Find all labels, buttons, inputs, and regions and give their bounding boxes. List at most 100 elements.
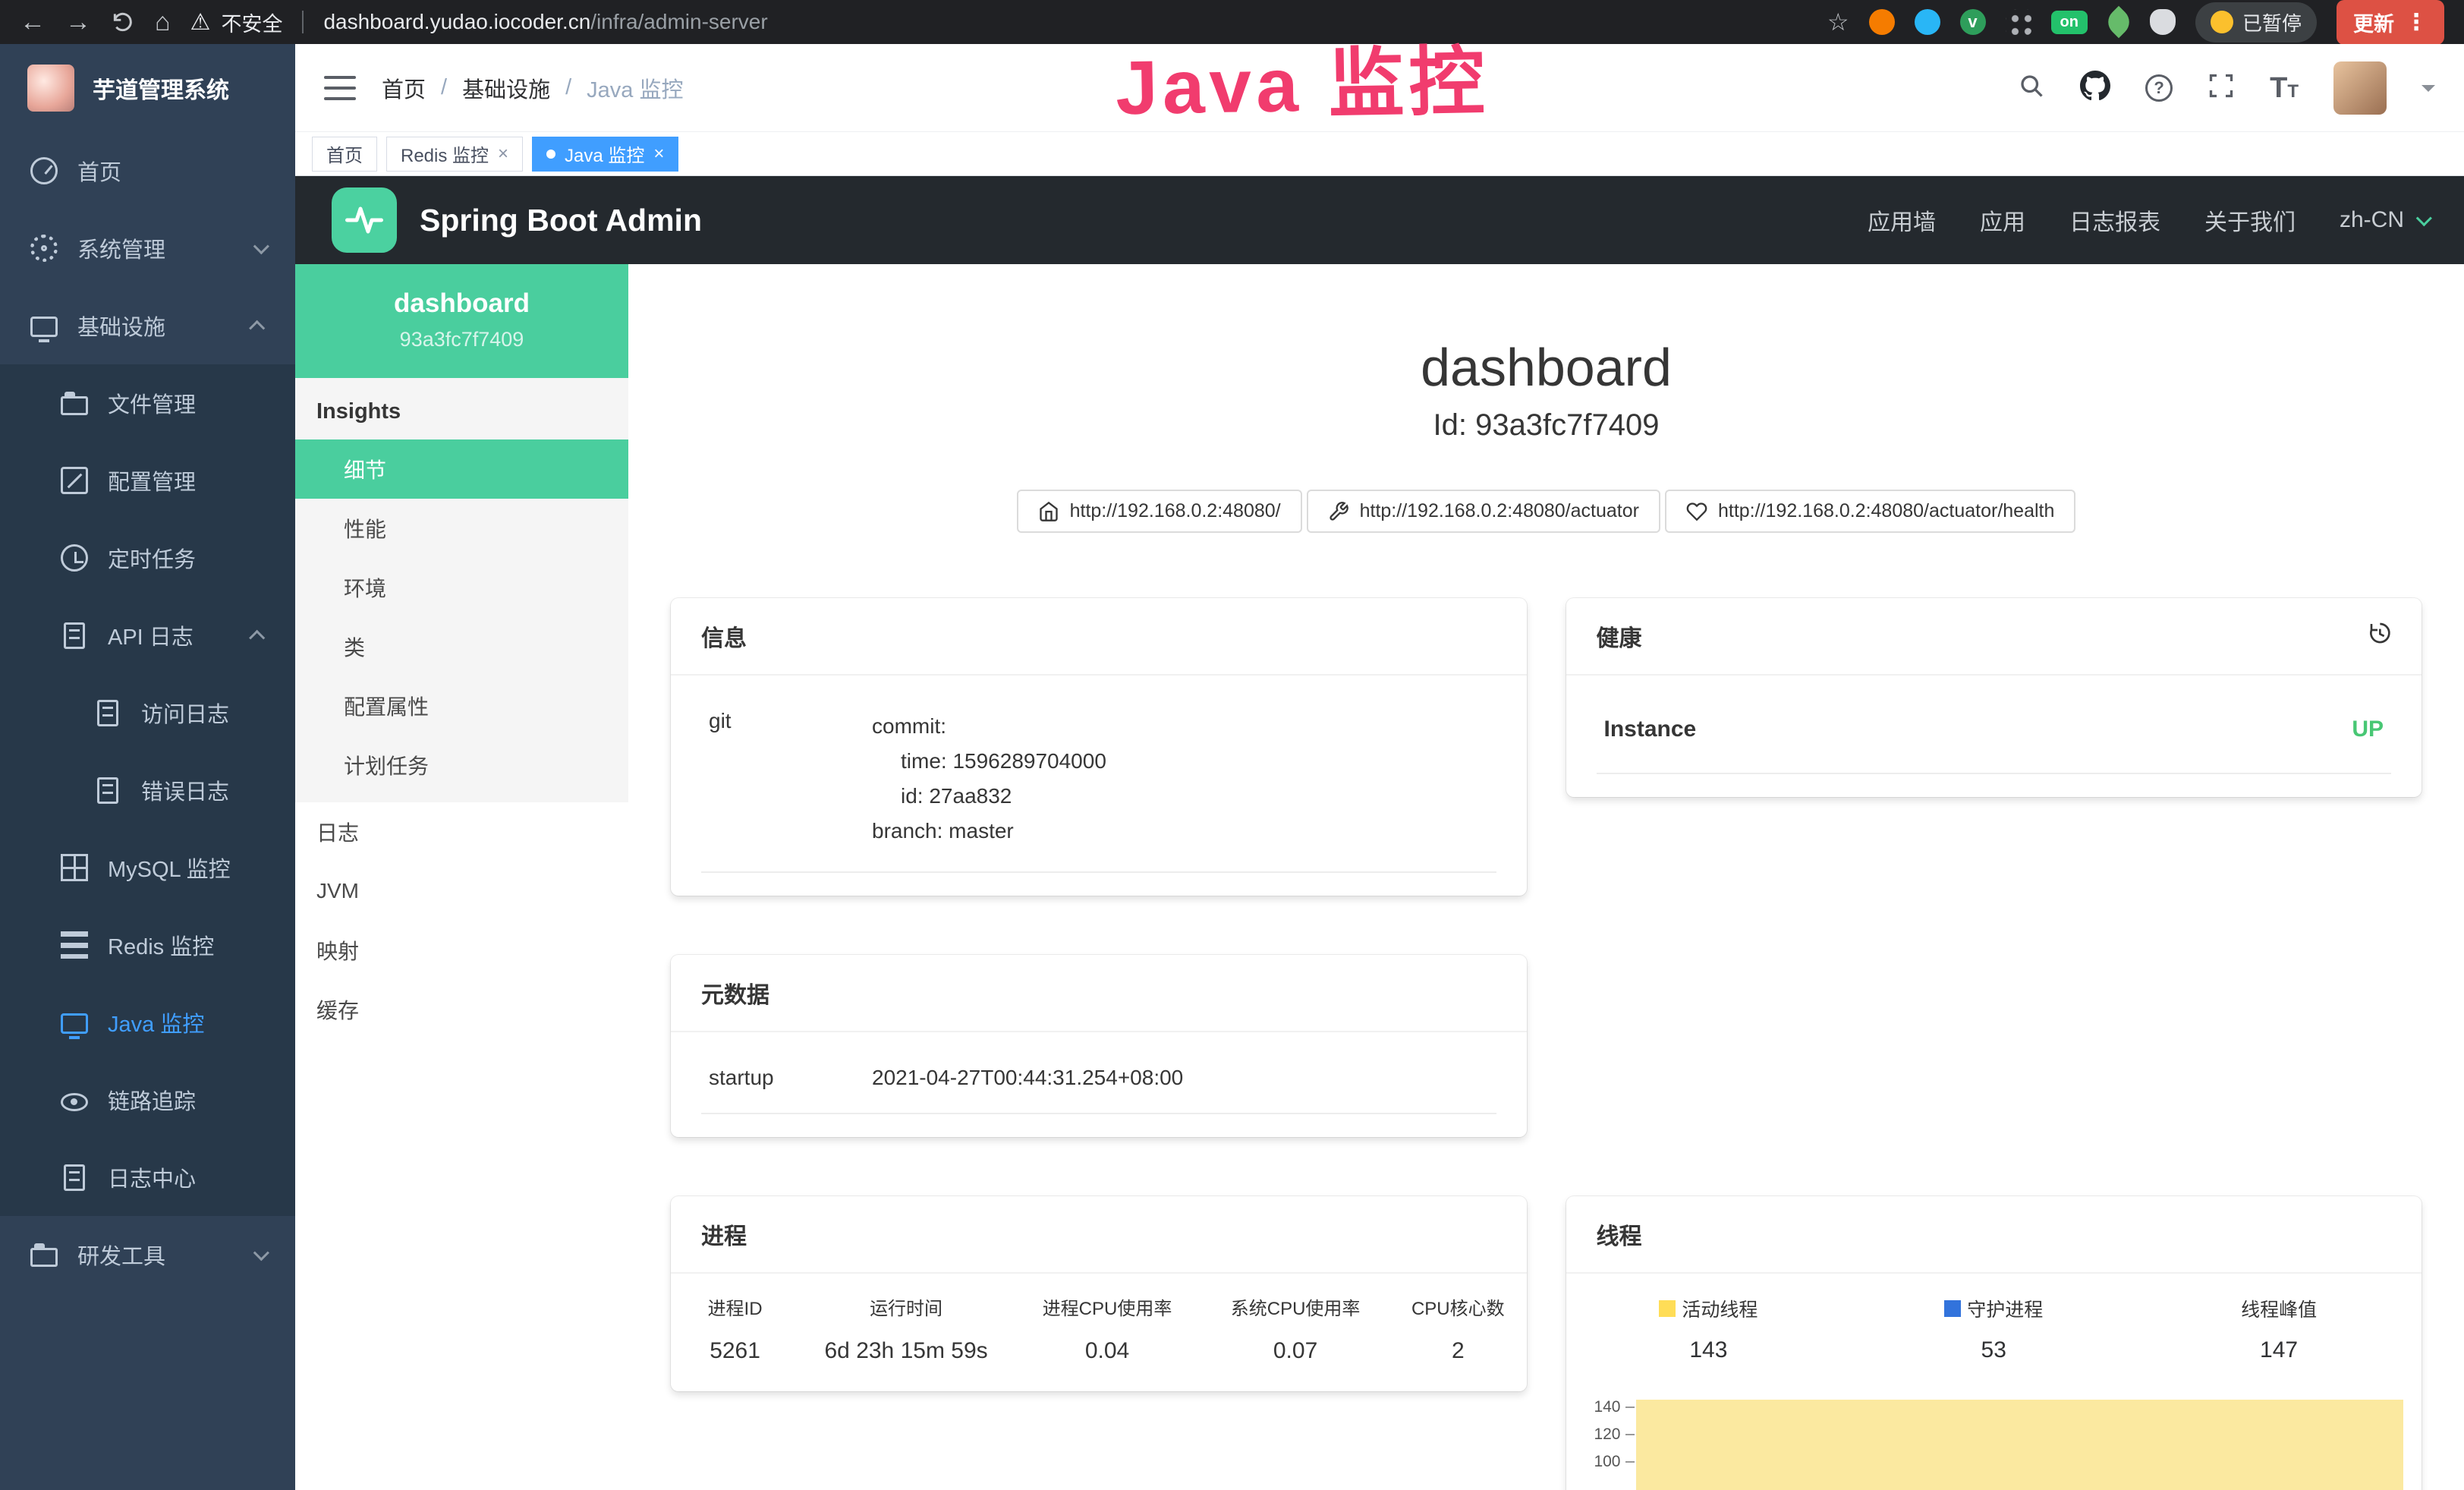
sidebar-item-log-center[interactable]: 日志中心 <box>0 1139 295 1216</box>
extension-paw-icon[interactable] <box>2150 9 2176 35</box>
close-icon[interactable]: × <box>653 145 664 163</box>
startup-value: 2021-04-27T00:44:31.254+08:00 <box>872 1066 1183 1090</box>
sidebar-item-api-log[interactable]: API 日志 <box>0 597 295 674</box>
sidebar-item-file[interactable]: 文件管理 <box>0 364 295 442</box>
sba-group-label: Insights <box>295 378 628 439</box>
table-column: 系统CPU使用率 0.07 <box>1201 1293 1389 1364</box>
github-icon[interactable] <box>2080 71 2110 105</box>
forward-icon[interactable]: → <box>65 9 91 35</box>
chevron-down-icon <box>253 238 269 254</box>
app-logo[interactable]: 芋道管理系统 <box>0 44 295 132</box>
sidebar-item-mysql-monitor[interactable]: MySQL 监控 <box>0 829 295 906</box>
sidebar-item-error-log[interactable]: 错误日志 <box>0 751 295 829</box>
table-column: 运行时间 6d 23h 15m 59s <box>799 1293 1013 1364</box>
sba-item-logs[interactable]: 日志 <box>295 802 628 862</box>
extensions-grid-icon[interactable] <box>2006 9 2031 35</box>
sidebar-item-system[interactable]: 系统管理 <box>0 209 295 287</box>
refresh-icon[interactable] <box>111 10 135 34</box>
avatar-caret-icon[interactable] <box>2422 85 2435 99</box>
sidebar-item-scheduled-job[interactable]: 定时任务 <box>0 519 295 597</box>
sidebar-item-access-log[interactable]: 访问日志 <box>0 674 295 751</box>
extension-icon-orange[interactable] <box>1869 9 1895 35</box>
app-title: 芋道管理系统 <box>93 71 229 105</box>
security-chip[interactable]: ⚠ 不安全 <box>190 8 283 37</box>
help-icon[interactable] <box>2145 74 2173 102</box>
mysql-icon <box>61 854 88 881</box>
legend-item: 线程峰值 147 <box>2136 1295 2422 1363</box>
sba-main: dashboard Id: 93a3fc7f7409 http://192.16… <box>628 264 2464 1490</box>
legend-item: 守护进程 53 <box>1851 1295 2136 1363</box>
sba-brand-title[interactable]: Spring Boot Admin <box>420 203 702 238</box>
warning-icon: ⚠ <box>190 9 211 36</box>
sidebar-item-tracing[interactable]: 链路追踪 <box>0 1061 295 1139</box>
sidebar-item-home[interactable]: 首页 <box>0 132 295 209</box>
sba-nav-wallboard[interactable]: 应用墙 <box>1868 203 1936 237</box>
instance-home-link[interactable]: http://192.168.0.2:48080/ <box>1017 490 1302 533</box>
sba-item-metrics[interactable]: 性能 <box>295 499 628 558</box>
git-row: git commit: time: 1596289704000 id: 27aa… <box>701 686 1496 873</box>
smiley-icon <box>2211 11 2233 33</box>
java-monitor-icon <box>61 1013 88 1034</box>
sba-item-jvm[interactable]: JVM <box>295 862 628 921</box>
threads-legend: 活动线程 143 守护进程 53 线程峰值 147 <box>1566 1274 2422 1363</box>
search-icon[interactable] <box>2018 72 2045 103</box>
menu-dots-icon[interactable]: ⋮ <box>2405 9 2428 36</box>
sidebar-item-config[interactable]: 配置管理 <box>0 442 295 519</box>
sba-nav-applications[interactable]: 应用 <box>1980 203 2025 237</box>
chart-plot-area <box>1635 1391 2404 1490</box>
sba-item-config-props[interactable]: 配置属性 <box>295 676 628 736</box>
sba-item-caches[interactable]: 缓存 <box>295 980 628 1039</box>
language-selector[interactable]: zh-CN <box>2340 207 2428 233</box>
font-size-icon[interactable] <box>2270 74 2299 102</box>
close-icon[interactable]: × <box>498 145 508 163</box>
chevron-down-icon <box>2416 210 2432 226</box>
update-button[interactable]: 更新 ⋮ <box>2337 0 2444 45</box>
avatar[interactable] <box>2333 61 2387 115</box>
extension-icon-drop[interactable] <box>1915 9 1940 35</box>
breadcrumb-home[interactable]: 首页 <box>382 72 426 104</box>
chevron-up-icon <box>249 320 265 335</box>
sba-item-classes[interactable]: 类 <box>295 617 628 676</box>
tab-java-monitor[interactable]: Java 监控 × <box>532 137 678 172</box>
sidebar-item-dev-tools[interactable]: 研发工具 <box>0 1216 295 1293</box>
status-badge: UP <box>2352 717 2384 742</box>
doc-icon <box>97 700 118 726</box>
breadcrumb-infrastructure[interactable]: 基础设施 <box>462 72 550 104</box>
divider <box>302 11 304 33</box>
sba-nav-about[interactable]: 关于我们 <box>2204 203 2296 237</box>
chart-y-axis: 140 120 100 <box>1566 1391 1635 1490</box>
extension-leaf-icon[interactable] <box>2103 6 2135 38</box>
sba-item-details[interactable]: 细节 <box>295 439 628 499</box>
file-icon <box>61 396 88 415</box>
chevron-down-icon <box>253 1245 269 1261</box>
tab-redis-monitor[interactable]: Redis 监控 × <box>386 137 523 172</box>
sidebar-item-infrastructure[interactable]: 基础设施 <box>0 287 295 364</box>
extension-icon-green-v[interactable] <box>1960 9 1986 35</box>
sba-item-mappings[interactable]: 映射 <box>295 921 628 980</box>
info-card-title: 信息 <box>701 619 747 653</box>
sba-app-header[interactable]: dashboard 93a3fc7f7409 <box>295 264 628 378</box>
sba-item-environment[interactable]: 环境 <box>295 558 628 617</box>
live-threads-area <box>1636 1400 2404 1490</box>
bookmark-star-icon[interactable]: ☆ <box>1827 8 1849 36</box>
startup-key: startup <box>709 1066 872 1090</box>
history-icon[interactable] <box>2367 621 2391 651</box>
sidebar-item-java-monitor[interactable]: Java 监控 <box>0 984 295 1061</box>
fullscreen-icon[interactable] <box>2208 72 2235 103</box>
home-icon[interactable]: ⌂ <box>155 9 171 35</box>
breadcrumb-current: Java 监控 <box>587 72 683 104</box>
actuator-link[interactable]: http://192.168.0.2:48080/actuator <box>1307 490 1660 533</box>
back-icon[interactable]: ← <box>20 9 46 35</box>
sba-nav-journal[interactable]: 日志报表 <box>2069 203 2160 237</box>
git-key: git <box>709 709 872 733</box>
extension-on-badge[interactable]: on <box>2051 11 2088 34</box>
address-url[interactable]: dashboard.yudao.iocoder.cn/infra/admin-s… <box>323 10 767 34</box>
sidebar-item-redis-monitor[interactable]: Redis 监控 <box>0 906 295 984</box>
sba-item-scheduled-tasks[interactable]: 计划任务 <box>295 736 628 795</box>
health-link[interactable]: http://192.168.0.2:48080/actuator/health <box>1665 490 2075 533</box>
tab-home[interactable]: 首页 <box>312 137 377 172</box>
hamburger-icon[interactable] <box>324 76 356 100</box>
paused-badge[interactable]: 已暂停 <box>2195 2 2317 43</box>
heart-icon <box>1686 501 1707 522</box>
spring-boot-admin-logo[interactable] <box>332 187 397 253</box>
